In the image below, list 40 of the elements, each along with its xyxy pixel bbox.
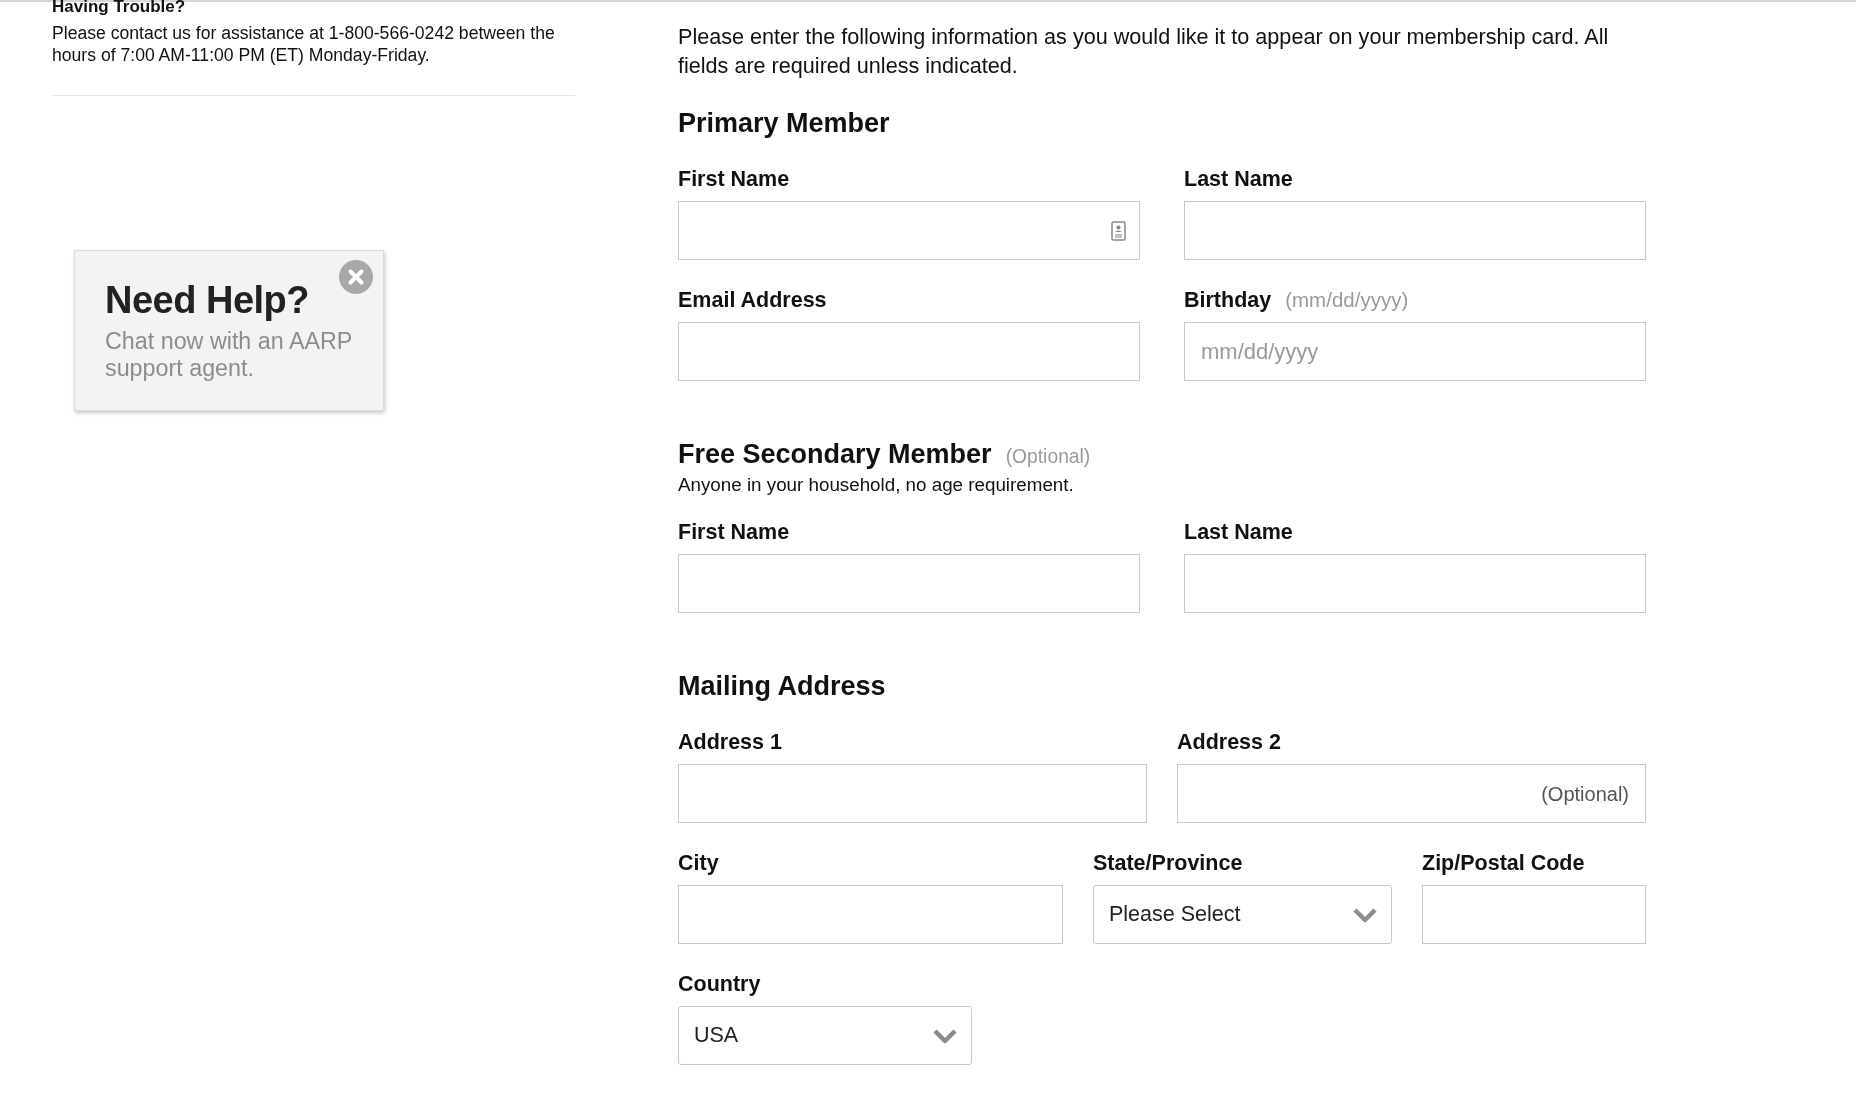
text-input[interactable] — [678, 885, 1063, 944]
field-label: Country — [678, 971, 761, 997]
help-text: Please contact us for assistance at 1-800-566-0242 between the hours of 7:00 AM-11:00 PM (ET) Monday-Friday. — [52, 22, 556, 66]
text-input[interactable]: mm/dd/yyyy — [1184, 322, 1646, 381]
field-label: First Name — [678, 519, 790, 545]
field-label: Address 2 — [1177, 729, 1281, 755]
field-label: Last Name — [1184, 166, 1293, 192]
field-label: Birthday — [1184, 287, 1272, 313]
text-input[interactable] — [1184, 554, 1646, 613]
contact-card-icon[interactable] — [1111, 221, 1126, 241]
popup-text: Chat now with an AARP support agent. — [105, 328, 353, 382]
section-heading: Free Secondary Member — [678, 438, 992, 471]
chevron-down-icon — [1353, 906, 1377, 923]
chat-popup[interactable]: Need Help? Chat now with an AARP support agent. — [74, 250, 384, 411]
dropdown-select[interactable]: Please Select — [1093, 885, 1392, 944]
field-label: Zip/Postal Code — [1422, 850, 1585, 876]
dropdown-select[interactable]: USA — [678, 1006, 972, 1065]
text-input[interactable] — [1184, 201, 1646, 260]
field-label: Email Address — [678, 287, 827, 313]
field-label: City — [678, 850, 719, 876]
field-label: First Name — [678, 166, 790, 192]
format-hint: (mm/dd/yyyy) — [1285, 288, 1409, 312]
field-label: State/Province — [1093, 850, 1243, 876]
popup-title: Need Help? — [105, 278, 311, 322]
field-label: Address 1 — [678, 729, 782, 755]
text-input[interactable] — [1422, 885, 1646, 944]
help-heading: Having Trouble? — [52, 0, 187, 16]
text-input[interactable] — [678, 764, 1147, 823]
section-subtitle: Anyone in your household, no age requirement. — [678, 474, 1075, 496]
text-input[interactable] — [678, 554, 1140, 613]
optional-note: (Optional) — [1005, 446, 1091, 468]
intro-text: Please enter the following information as you would like it to appear on your membership card. All fields are required unless indicated. — [678, 23, 1610, 80]
text-input[interactable]: (Optional) — [1177, 764, 1646, 823]
text-input[interactable] — [678, 201, 1140, 260]
field-label: Last Name — [1184, 519, 1293, 545]
chevron-down-icon — [933, 1027, 957, 1044]
text-input[interactable] — [678, 322, 1140, 381]
section-heading: Mailing Address — [678, 670, 886, 703]
section-heading: Primary Member — [678, 107, 890, 140]
close-icon[interactable] — [339, 260, 373, 294]
